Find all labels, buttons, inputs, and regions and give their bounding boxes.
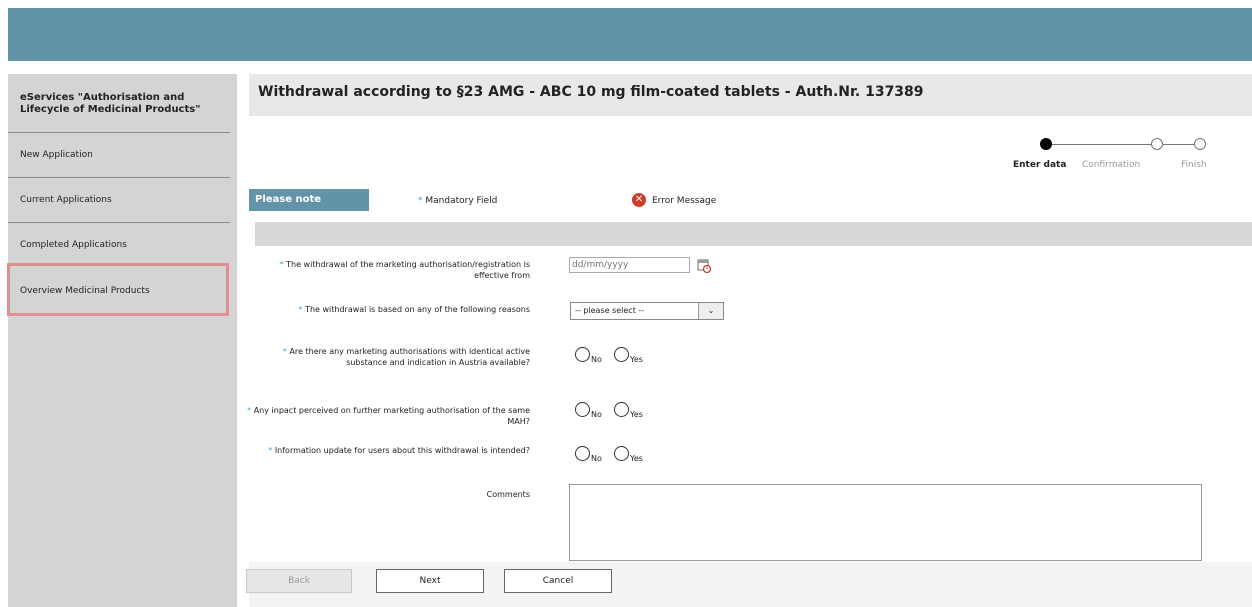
page-title: Withdrawal according to §23 AMG - ABC 10… (258, 84, 924, 100)
reason-select[interactable]: -- please select -- ⌄ (570, 302, 724, 320)
top-banner (8, 8, 1252, 61)
wizard-line (1052, 144, 1152, 145)
impact-no-radio[interactable] (575, 402, 590, 417)
wizard-step-confirmation: Confirmation (1082, 160, 1141, 170)
sidebar-item-overview-medicinal-products[interactable]: Overview Medicinal Products (20, 286, 150, 296)
sidebar-item-new-application[interactable]: New Application (20, 150, 93, 160)
mandatory-star: * (279, 260, 284, 269)
impact-field-label: * Any inpact perceived on further market… (245, 405, 530, 427)
wizard-step-enter-data-dot (1040, 138, 1052, 150)
sidebar-divider (8, 177, 230, 178)
reason-field-label: * The withdrawal is based on any of the … (245, 304, 530, 315)
sidebar-divider (8, 132, 230, 133)
mandatory-star: * (418, 196, 423, 206)
impact-yes-label: Yes (630, 410, 643, 419)
comments-textarea[interactable] (569, 484, 1202, 561)
info-yes-radio[interactable] (614, 446, 629, 461)
mandatory-field-text: Mandatory Field (425, 196, 498, 206)
sidebar-title: eServices "Authorisation and Lifecycle o… (20, 92, 201, 115)
impact-label-text: Any inpact perceived on further marketin… (253, 406, 530, 426)
comments-label: Comments (486, 490, 530, 499)
error-icon: ✕ (632, 193, 646, 207)
info-no-label: No (591, 454, 602, 463)
info-label-text: Information update for users about this … (274, 446, 530, 455)
mandatory-star: * (298, 305, 303, 314)
chevron-down-icon[interactable]: ⌄ (698, 303, 723, 319)
error-message-legend: Error Message (652, 196, 717, 206)
reason-select-value: -- please select -- (575, 306, 645, 315)
calendar-icon[interactable] (697, 257, 712, 274)
reason-label-text: The withdrawal is based on any of the fo… (305, 305, 530, 314)
impact-yes-radio[interactable] (614, 402, 629, 417)
info-yes-label: Yes (630, 454, 643, 463)
identical-yes-label: Yes (630, 355, 643, 364)
mandatory-field-legend: * Mandatory Field (418, 196, 497, 206)
please-note-label: Please note (249, 189, 369, 211)
wizard-step-confirmation-dot (1151, 138, 1163, 150)
date-label-text: The withdrawal of the marketing authoris… (286, 260, 530, 280)
mandatory-star: * (247, 406, 252, 415)
section-bar (255, 222, 1252, 246)
cancel-button[interactable]: Cancel (504, 569, 612, 593)
sidebar-divider (8, 222, 230, 223)
wizard-step-finish-dot (1194, 138, 1206, 150)
withdrawal-date-input[interactable] (569, 257, 690, 273)
mandatory-star: * (268, 446, 273, 455)
next-button[interactable]: Next (376, 569, 484, 593)
date-field-label: * The withdrawal of the marketing author… (245, 259, 530, 281)
wizard-line (1163, 144, 1195, 145)
identical-no-radio[interactable] (575, 347, 590, 362)
identical-yes-radio[interactable] (614, 347, 629, 362)
back-button[interactable]: Back (246, 569, 352, 593)
identical-field-label: * Are there any marketing authorisations… (245, 346, 530, 368)
wizard-step-finish: Finish (1181, 160, 1207, 170)
wizard-progress: Enter data Confirmation Finish (1010, 138, 1220, 178)
wizard-step-enter-data: Enter data (1013, 160, 1067, 170)
mandatory-star: * (282, 347, 287, 356)
impact-no-label: No (591, 410, 602, 419)
info-field-label: * Information update for users about thi… (245, 445, 530, 456)
identical-no-label: No (591, 355, 602, 364)
sidebar-item-completed-applications[interactable]: Completed Applications (20, 240, 127, 250)
identical-label-text: Are there any marketing authorisations w… (289, 347, 530, 367)
info-no-radio[interactable] (575, 446, 590, 461)
sidebar-item-current-applications[interactable]: Current Applications (20, 195, 112, 205)
